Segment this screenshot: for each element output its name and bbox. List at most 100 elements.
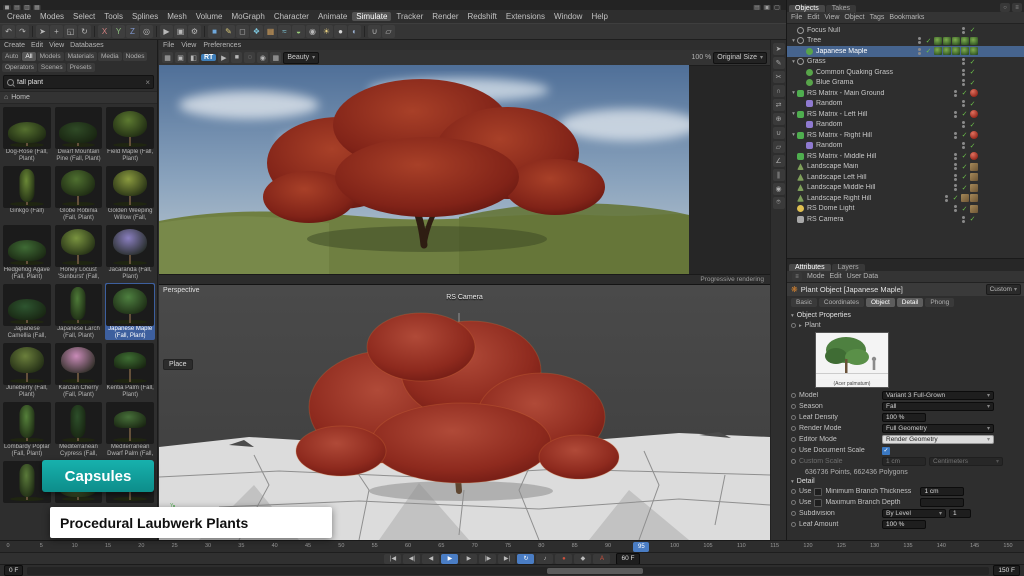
enabled-check-icon[interactable]: ✓ [960, 131, 969, 139]
maple-material-tag[interactable] [943, 47, 951, 55]
enabled-check-icon[interactable]: ✓ [968, 58, 977, 66]
menu-item-tracker[interactable]: Tracker [392, 12, 427, 21]
object-row-landscape-main[interactable]: Landscape Main✓ [787, 162, 1024, 173]
editor-visibility-dot[interactable] [945, 195, 948, 198]
editor-visibility-dot[interactable] [954, 163, 957, 166]
render-visibility-dot[interactable] [954, 167, 957, 170]
goto-start-button[interactable]: |◀ [384, 554, 401, 564]
object-row-landscape-middle-hill[interactable]: Landscape Middle Hill✓ [787, 183, 1024, 194]
pointer-icon[interactable]: ➤ [773, 43, 785, 55]
editor-visibility-dot[interactable] [918, 48, 921, 51]
rotate-icon[interactable]: ↻ [78, 25, 91, 38]
visibility-dots[interactable] [914, 48, 924, 55]
camera-icon[interactable]: ◉ [306, 25, 319, 38]
enabled-check-icon[interactable]: ✓ [968, 121, 977, 129]
menu-item-simulate[interactable]: Simulate [352, 12, 391, 21]
range-slider-track[interactable] [27, 567, 989, 575]
knife-icon[interactable]: ✂ [773, 71, 785, 83]
asset-item-kanzan-cherry[interactable]: Kanzan Cherry (Fall, Plant) [54, 342, 104, 399]
minimum-branch-thickness-field[interactable]: 1 cm [920, 487, 964, 496]
maple-material-tag[interactable] [934, 47, 942, 55]
asset-item-mediterranean-cypress[interactable]: Mediterranean Cypress (Fall, Plant) [54, 401, 104, 458]
editor-visibility-dot[interactable] [962, 216, 965, 219]
record-button[interactable]: ● [555, 554, 572, 564]
menu-item-select[interactable]: Select [69, 12, 99, 21]
visibility-dots[interactable] [941, 195, 951, 202]
subtab-operators[interactable]: Operators [2, 63, 37, 72]
enabled-check-icon[interactable]: ✓ [960, 110, 969, 118]
render-visibility-dot[interactable] [962, 31, 965, 34]
visibility-dots[interactable] [950, 163, 960, 170]
enabled-check-icon[interactable]: ✓ [968, 68, 977, 76]
current-frame-field[interactable]: 60 F [616, 553, 639, 565]
render-picture-viewer-icon[interactable]: ▣ [174, 25, 187, 38]
render-visibility-dot[interactable] [962, 62, 965, 65]
tab-attributes[interactable]: Attributes [789, 264, 831, 271]
asset-item-ginkgo[interactable]: Ginkgo (Fall) [2, 165, 52, 222]
maple-material-tag[interactable] [943, 37, 951, 45]
attr-tab-basic[interactable]: Basic [791, 298, 817, 307]
volume-icon[interactable]: ▦ [264, 25, 277, 38]
perspective-viewport[interactable]: Perspective RS Camera Place X Y Z [159, 285, 770, 540]
visibility-dots[interactable] [958, 79, 968, 86]
live-selection-icon[interactable]: ➤ [36, 25, 49, 38]
param-row-use-document-scale[interactable]: Use Document Scale✓ [791, 445, 1021, 456]
tab-takes[interactable]: Takes [826, 5, 856, 12]
editor-mode-dropdown[interactable]: Render Geometry▾ [882, 435, 994, 444]
enabled-check-icon[interactable]: ✓ [924, 37, 933, 45]
visibility-dots[interactable] [950, 205, 960, 212]
filter-tab-models[interactable]: Models [37, 52, 64, 61]
undo-icon[interactable]: ↶ [2, 25, 15, 38]
detail-row-subdivision[interactable]: SubdivisionBy Level▾1 [791, 508, 1021, 519]
plant-parameter-row[interactable]: ▸ Plant [791, 320, 1021, 331]
menu-item-tools[interactable]: Tools [100, 12, 127, 21]
object-row-landscape-right-hill[interactable]: Landscape Right Hill✓ [787, 193, 1024, 204]
use-document-scale-checkbox[interactable]: ✓ [882, 447, 890, 455]
visibility-dots[interactable] [950, 184, 960, 191]
attr-tab-phong[interactable]: Phong [925, 298, 954, 307]
param-row-leaf-density[interactable]: Leaf Density100 % [791, 412, 1021, 423]
expand-arrow-icon[interactable]: ▾ [790, 132, 797, 138]
subdivision-dropdown[interactable]: By Level▾ [882, 509, 946, 518]
visibility-dots[interactable] [914, 37, 924, 44]
loop-button[interactable]: ↻ [517, 554, 534, 564]
object-row-blue-grama[interactable]: Blue Grama✓ [787, 78, 1024, 89]
editor-visibility-dot[interactable] [962, 79, 965, 82]
keyframe-dot[interactable] [791, 323, 796, 328]
move-icon[interactable]: + [50, 25, 63, 38]
cube-primitive-icon[interactable]: ■ [208, 25, 221, 38]
object-row-rs-matrix-right-hill[interactable]: ▾RS Matrix - Right Hill✓ [787, 130, 1024, 141]
editor-visibility-dot[interactable] [962, 142, 965, 145]
menu-item-animate[interactable]: Animate [314, 12, 351, 21]
sky-icon[interactable]: ◐ [348, 25, 361, 38]
render-visibility-dot[interactable] [962, 220, 965, 223]
render-mode-dropdown[interactable]: Full Geometry▾ [882, 424, 994, 433]
detail-row-leaf-amount[interactable]: Leaf Amount100 % [791, 519, 1021, 530]
maximum-branch-depth-field[interactable] [920, 498, 964, 507]
attribute-menu-mode[interactable]: Mode [807, 273, 825, 280]
menu-item-create[interactable]: Create [3, 12, 35, 21]
object-manager-menu-file[interactable]: File [791, 14, 802, 21]
render-visibility-dot[interactable] [954, 94, 957, 97]
param-row-season[interactable]: SeasonFall▾ [791, 401, 1021, 412]
custom-scale-unit-dropdown[interactable]: Centimeters▾ [929, 457, 1003, 466]
enabled-check-icon[interactable]: ✓ [960, 152, 969, 160]
expand-arrow-icon[interactable]: ▾ [790, 59, 797, 65]
maple-material-tag[interactable] [970, 47, 978, 55]
expand-arrow-icon[interactable]: ▾ [790, 90, 797, 96]
tab-layers[interactable]: Layers [832, 264, 865, 271]
asset-menu-databases[interactable]: Databases [70, 42, 103, 49]
axis-x-icon[interactable]: X [98, 25, 111, 38]
workplane-icon[interactable]: ▱ [382, 25, 395, 38]
menu-item-mesh[interactable]: Mesh [163, 12, 191, 21]
asset-item-kentia-palm[interactable]: Kentia Palm (Fall, Plant) [105, 342, 155, 399]
subdivision-surface-icon[interactable]: ◻ [236, 25, 249, 38]
param-row-model[interactable]: ModelVariant 3 Full-Grown▾ [791, 390, 1021, 401]
axis-icon[interactable]: ⊕ [773, 113, 785, 125]
object-row-grass[interactable]: ▾Grass✓ [787, 57, 1024, 68]
menu-item-modes[interactable]: Modes [36, 12, 68, 21]
spline-pen-icon[interactable]: ✎ [222, 25, 235, 38]
object-row-rs-matrix-middle-hill[interactable]: RS Matrix - Middle Hill✓ [787, 151, 1024, 162]
asset-item-japanese-camellia[interactable]: Japanese Camellia (Fall, Plant) [2, 283, 52, 340]
asset-item-jacaranda[interactable]: Jacaranda (Fall, Plant) [105, 224, 155, 281]
